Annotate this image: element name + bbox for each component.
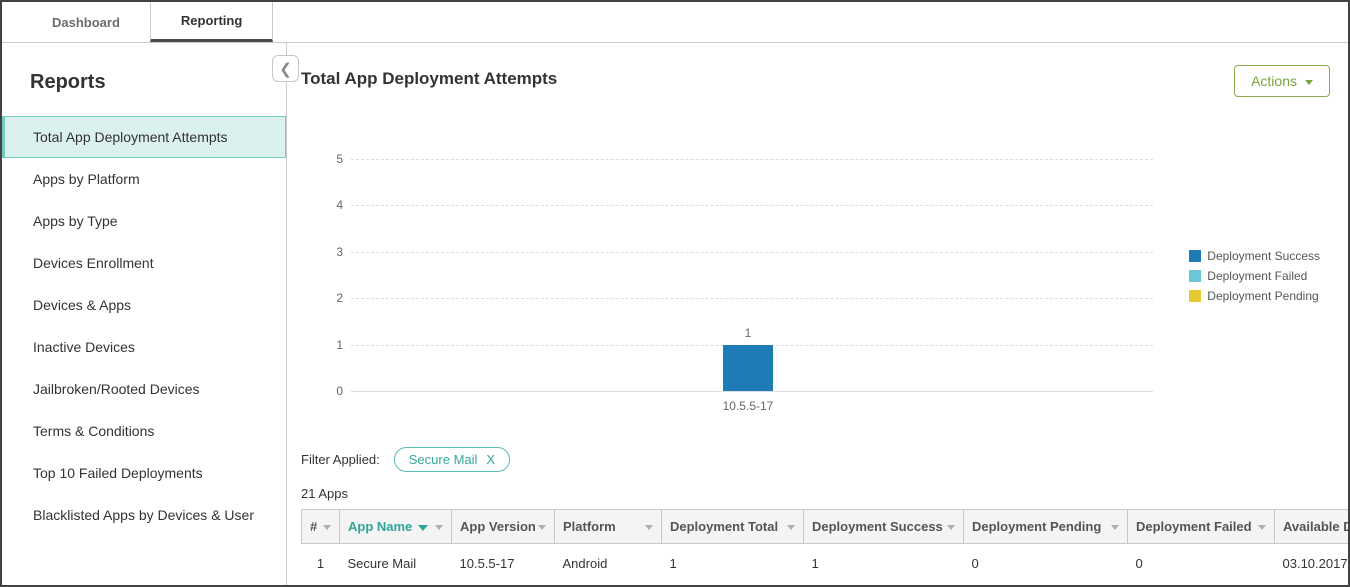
table-row[interactable]: 1 Secure Mail 10.5.5-17 Android 1 1 0 0 … bbox=[302, 544, 1349, 587]
top-tab-bar: Dashboard Reporting bbox=[2, 2, 1348, 43]
apps-table: # App Name App Version bbox=[301, 509, 1348, 587]
col-header-platform[interactable]: Platform bbox=[555, 510, 662, 544]
legend-label: Deployment Pending bbox=[1207, 289, 1318, 303]
chevron-down-icon bbox=[1258, 525, 1266, 530]
caret-down-icon bbox=[1305, 80, 1313, 85]
sidebar-item-terms-and-conditions[interactable]: Terms & Conditions bbox=[2, 410, 286, 452]
col-header-label: Deployment Failed bbox=[1136, 519, 1252, 534]
sidebar-item-blacklisted-apps-by-devices-and-user[interactable]: Blacklisted Apps by Devices & User bbox=[2, 494, 286, 536]
table-header-row: # App Name App Version bbox=[302, 510, 1349, 544]
bar-value-label: 1 bbox=[723, 326, 773, 340]
chevron-down-icon bbox=[947, 525, 955, 530]
app-body: ❮ Reports Total App Deployment Attempts … bbox=[2, 43, 1348, 587]
y-axis-tick: 3 bbox=[317, 245, 343, 259]
legend-swatch-success bbox=[1189, 250, 1201, 262]
gridline bbox=[351, 205, 1153, 206]
col-header-label: Platform bbox=[563, 519, 616, 534]
gridline bbox=[351, 298, 1153, 299]
chevron-down-icon bbox=[1111, 525, 1119, 530]
cell-deployment-pending: 0 bbox=[964, 544, 1128, 587]
chevron-left-icon: ❮ bbox=[279, 60, 292, 78]
col-header-index[interactable]: # bbox=[302, 510, 340, 544]
apps-count: 21 Apps bbox=[301, 486, 1348, 501]
y-axis-tick: 2 bbox=[317, 291, 343, 305]
col-header-label: App Name bbox=[348, 519, 412, 534]
chevron-down-icon bbox=[435, 525, 443, 530]
col-header-deployment-pending[interactable]: Deployment Pending bbox=[964, 510, 1128, 544]
legend-label: Deployment Success bbox=[1207, 249, 1320, 263]
cell-deployment-failed: 0 bbox=[1128, 544, 1275, 587]
actions-button-label: Actions bbox=[1251, 73, 1297, 89]
col-header-app-name[interactable]: App Name bbox=[340, 510, 452, 544]
sidebar-item-jailbroken-rooted-devices[interactable]: Jailbroken/Rooted Devices bbox=[2, 368, 286, 410]
cell-available-date: 03.10.2017 08:32:28 bbox=[1275, 544, 1349, 587]
y-axis-tick: 0 bbox=[317, 384, 343, 398]
chart-plot-area: 5 4 3 2 1 0 1 10.5.5-17 bbox=[351, 159, 1153, 392]
filter-applied-label: Filter Applied: bbox=[301, 452, 380, 467]
filter-funnel-icon bbox=[418, 525, 428, 531]
filter-chip-label: Secure Mail bbox=[409, 452, 478, 467]
chevron-down-icon bbox=[538, 525, 546, 530]
cell-deployment-total: 1 bbox=[662, 544, 804, 587]
col-header-label: Deployment Pending bbox=[972, 519, 1101, 534]
y-axis-tick: 5 bbox=[317, 152, 343, 166]
y-axis-tick: 4 bbox=[317, 198, 343, 212]
legend-item-deployment-failed: Deployment Failed bbox=[1189, 269, 1320, 283]
app-window: Dashboard Reporting ❮ Reports Total App … bbox=[0, 0, 1350, 587]
y-axis-tick: 1 bbox=[317, 338, 343, 352]
chart-legend: Deployment Success Deployment Failed Dep… bbox=[1189, 249, 1320, 309]
legend-label: Deployment Failed bbox=[1207, 269, 1307, 283]
chevron-down-icon bbox=[645, 525, 653, 530]
col-header-label: Deployment Total bbox=[670, 519, 778, 534]
main-header: Total App Deployment Attempts Actions bbox=[301, 65, 1348, 99]
filter-row: Filter Applied: Secure Mail X bbox=[301, 447, 1348, 472]
page-title: Total App Deployment Attempts bbox=[301, 65, 557, 89]
filter-chip[interactable]: Secure Mail X bbox=[394, 447, 510, 472]
main-content: Total App Deployment Attempts Actions 5 … bbox=[287, 43, 1348, 587]
sidebar-title: Reports bbox=[2, 71, 286, 116]
chevron-down-icon bbox=[323, 525, 331, 530]
col-header-deployment-total[interactable]: Deployment Total bbox=[662, 510, 804, 544]
cell-platform: Android bbox=[555, 544, 662, 587]
chevron-down-icon bbox=[787, 525, 795, 530]
col-header-label: App Version bbox=[460, 519, 536, 534]
cell-index: 1 bbox=[302, 544, 340, 587]
cell-app-version: 10.5.5-17 bbox=[452, 544, 555, 587]
bar-chart: 5 4 3 2 1 0 1 10.5.5-17 Deployment Succe… bbox=[301, 133, 1348, 425]
col-header-available-date[interactable]: Available D bbox=[1275, 510, 1349, 544]
tab-dashboard[interactable]: Dashboard bbox=[22, 2, 150, 42]
sidebar: ❮ Reports Total App Deployment Attempts … bbox=[2, 43, 287, 587]
legend-swatch-failed bbox=[1189, 270, 1201, 282]
sidebar-item-top-10-failed-deployments[interactable]: Top 10 Failed Deployments bbox=[2, 452, 286, 494]
col-header-label: Deployment Success bbox=[812, 519, 943, 534]
sidebar-collapse-button[interactable]: ❮ bbox=[272, 55, 299, 82]
actions-button[interactable]: Actions bbox=[1234, 65, 1330, 97]
cell-deployment-success: 1 bbox=[804, 544, 964, 587]
x-axis-tick: 10.5.5-17 bbox=[688, 399, 808, 413]
col-header-deployment-success[interactable]: Deployment Success bbox=[804, 510, 964, 544]
col-header-deployment-failed[interactable]: Deployment Failed bbox=[1128, 510, 1275, 544]
sidebar-item-apps-by-type[interactable]: Apps by Type bbox=[2, 200, 286, 242]
legend-item-deployment-pending: Deployment Pending bbox=[1189, 289, 1320, 303]
filter-chip-close-icon[interactable]: X bbox=[486, 452, 495, 467]
col-header-label: # bbox=[310, 519, 317, 534]
sidebar-item-total-app-deployment-attempts[interactable]: Total App Deployment Attempts bbox=[2, 116, 286, 158]
legend-item-deployment-success: Deployment Success bbox=[1189, 249, 1320, 263]
gridline bbox=[351, 159, 1153, 160]
cell-app-name: Secure Mail bbox=[340, 544, 452, 587]
sidebar-item-devices-and-apps[interactable]: Devices & Apps bbox=[2, 284, 286, 326]
sidebar-item-devices-enrollment[interactable]: Devices Enrollment bbox=[2, 242, 286, 284]
legend-swatch-pending bbox=[1189, 290, 1201, 302]
tab-reporting[interactable]: Reporting bbox=[150, 2, 273, 42]
col-header-label: Available D bbox=[1283, 519, 1348, 534]
gridline bbox=[351, 252, 1153, 253]
apps-table-container: # App Name App Version bbox=[301, 509, 1348, 587]
bar-deployment-success[interactable]: 1 bbox=[723, 345, 773, 391]
col-header-app-version[interactable]: App Version bbox=[452, 510, 555, 544]
sidebar-item-apps-by-platform[interactable]: Apps by Platform bbox=[2, 158, 286, 200]
sidebar-item-inactive-devices[interactable]: Inactive Devices bbox=[2, 326, 286, 368]
